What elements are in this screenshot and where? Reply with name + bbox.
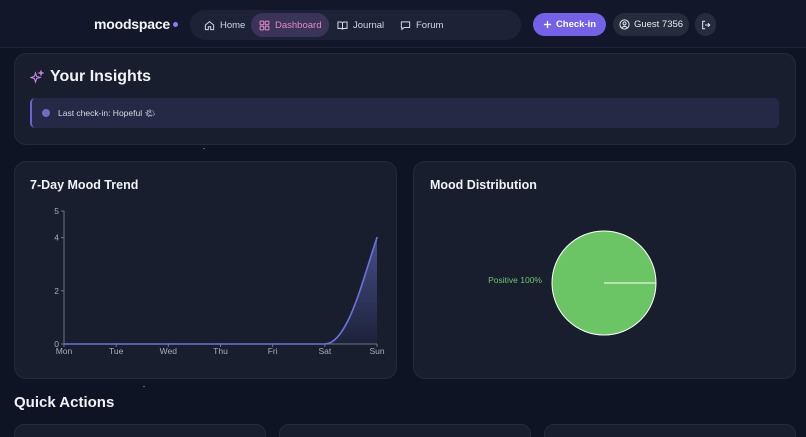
trend-line: [64, 237, 378, 345]
nav-forum[interactable]: Forum: [392, 13, 451, 37]
pie-slice-label: Positive 100%: [488, 275, 542, 285]
nav-home-label: Home: [220, 19, 246, 31]
y-tick-label: 5: [54, 206, 59, 216]
sparkles-icon: [30, 70, 44, 84]
x-tick-label: Wed: [160, 346, 178, 356]
x-tick-label: Sun: [369, 346, 384, 356]
last-checkin-text: Last check-in: Hopeful 🌤: [58, 108, 156, 118]
logo-dot-icon: [173, 22, 178, 27]
trend-point: [167, 343, 170, 345]
nav-dashboard-label: Dashboard: [275, 19, 322, 31]
nav-journal-label: Journal: [353, 19, 385, 31]
x-tick-label: Mon: [56, 346, 73, 356]
y-tick-label: 4: [54, 233, 59, 243]
x-tick-label: Tue: [109, 346, 124, 356]
trend-point: [219, 343, 222, 345]
nav-home[interactable]: Home: [196, 13, 253, 37]
decorative-speck: [143, 386, 145, 387]
user-circle-icon: [619, 19, 630, 30]
nav-dashboard[interactable]: Dashboard: [251, 13, 330, 37]
insights-heading: Your Insights: [30, 68, 151, 86]
trend-point: [324, 343, 326, 345]
last-checkin-banner: Last check-in: Hopeful 🌤: [30, 98, 779, 128]
main-nav: Home Dashboard Journal Forum: [190, 10, 521, 40]
app-logo[interactable]: moodspace: [94, 16, 170, 32]
nav-journal[interactable]: Journal: [329, 13, 392, 37]
user-name: Guest 7356: [633, 19, 684, 30]
nav-forum-label: Forum: [416, 19, 444, 31]
decorative-speck: [203, 148, 205, 149]
chat-bubble-icon: [400, 20, 411, 31]
mood-distribution-chart: Positive 100%: [488, 230, 657, 336]
y-tick-label: 2: [54, 286, 59, 296]
logout-button[interactable]: [695, 13, 716, 36]
home-icon: [204, 20, 215, 30]
book-icon: [337, 21, 348, 30]
dashboard-grid-icon: [259, 20, 270, 30]
x-tick-label: Fri: [268, 346, 278, 356]
trend-point: [63, 343, 65, 345]
trend-point: [115, 343, 117, 345]
quick-action-card-3[interactable]: [544, 424, 796, 437]
status-dot-icon: [42, 109, 50, 117]
plus-icon: [543, 20, 552, 29]
trend-area: [64, 237, 377, 344]
x-tick-label: Sat: [318, 346, 331, 356]
check-in-label: Check-in: [555, 19, 597, 30]
quick-actions-title: Quick Actions: [14, 394, 115, 411]
x-tick-label: Thu: [213, 346, 228, 356]
quick-action-card-2[interactable]: [279, 424, 531, 437]
check-in-button[interactable]: Check-in: [533, 13, 606, 36]
quick-action-card-1[interactable]: [14, 424, 266, 437]
mood-trend-chart: 0245Mon Tue Wed Thu Fri Sat Sun: [54, 206, 385, 356]
trend-point: [271, 343, 274, 345]
user-menu-button[interactable]: Guest 7356: [613, 13, 689, 36]
insights-title: Your Insights: [50, 68, 152, 85]
logout-icon: [701, 20, 710, 29]
trend-point: [376, 236, 378, 239]
